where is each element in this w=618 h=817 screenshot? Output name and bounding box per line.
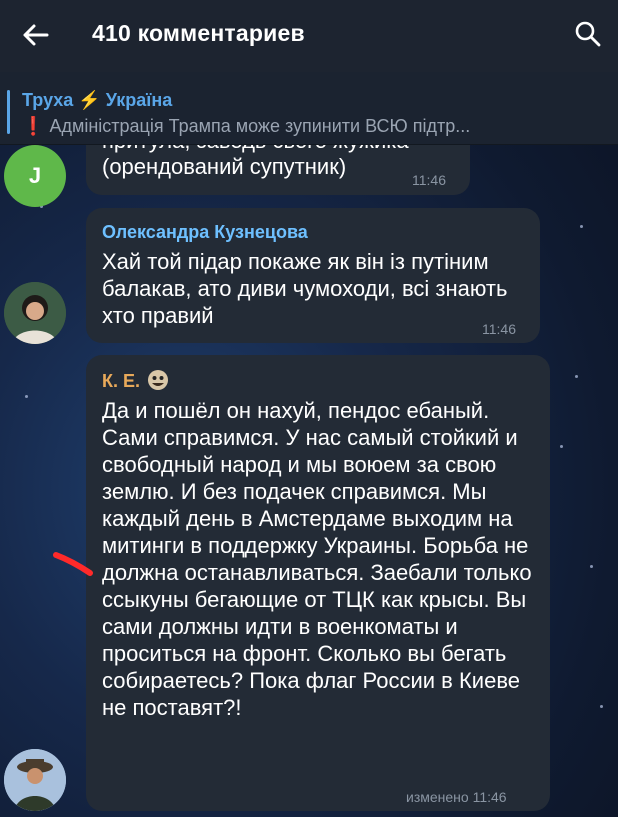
pinned-message[interactable]: Труха ⚡ Україна ❗ Адміністрація Трампа м… (0, 72, 618, 145)
message-text: Хай той підар покаже як він із путіним б… (102, 249, 508, 328)
emoji-face-icon (148, 370, 169, 390)
channel-suffix-text: Україна (105, 90, 173, 110)
avatar-letter: J (28, 163, 42, 188)
pinned-text: ❗ Адміністрація Трампа може зупинити ВСЮ… (22, 116, 470, 137)
message-text: Да и пошёл он нахуй, пендос ебаный. Сами… (102, 398, 532, 720)
exclamation-icon: ❗ (22, 116, 45, 136)
message-text: (орендований супутник) (102, 154, 347, 179)
lightning-icon: ⚡ (78, 90, 101, 110)
message-bubble[interactable]: К. Е. Да и пошёл он нахуй, пендос ебаный… (86, 355, 550, 811)
red-marker-stroke (53, 552, 93, 576)
avatar[interactable] (4, 749, 66, 811)
user-photo-icon (4, 749, 66, 811)
message-bubble[interactable]: притула, заводь свого жужика (орендовани… (86, 145, 470, 195)
channel-name-text: Труха (22, 90, 74, 110)
avatar[interactable]: J (4, 145, 66, 207)
message-time: 11:46 (482, 321, 516, 337)
sender-name: К. Е. (102, 369, 169, 392)
pinned-text-content: Адміністрація Трампа може зупинити ВСЮ п… (49, 116, 471, 136)
sender-name-text: К. Е. (102, 371, 140, 391)
top-bar: 410 комментариев (0, 0, 618, 72)
arrow-left-icon (23, 24, 49, 46)
pinned-indicator (7, 90, 10, 134)
page-title: 410 комментариев (92, 20, 305, 46)
message-time: 11:46 (412, 172, 446, 188)
message-list[interactable]: J притула, заводь свого жужика (орендова… (0, 145, 618, 817)
avatar[interactable] (4, 282, 66, 344)
pinned-channel-name: Труха ⚡ Україна (22, 90, 172, 111)
message-bubble[interactable]: Олександра Кузнецова Хай той підар покаж… (86, 208, 540, 343)
search-icon (575, 21, 601, 47)
sender-name: Олександра Кузнецова (102, 222, 308, 242)
message-time: изменено 11:46 (406, 789, 507, 805)
user-photo-icon (4, 282, 66, 344)
back-button[interactable] (18, 20, 52, 50)
search-button[interactable] (572, 18, 604, 50)
